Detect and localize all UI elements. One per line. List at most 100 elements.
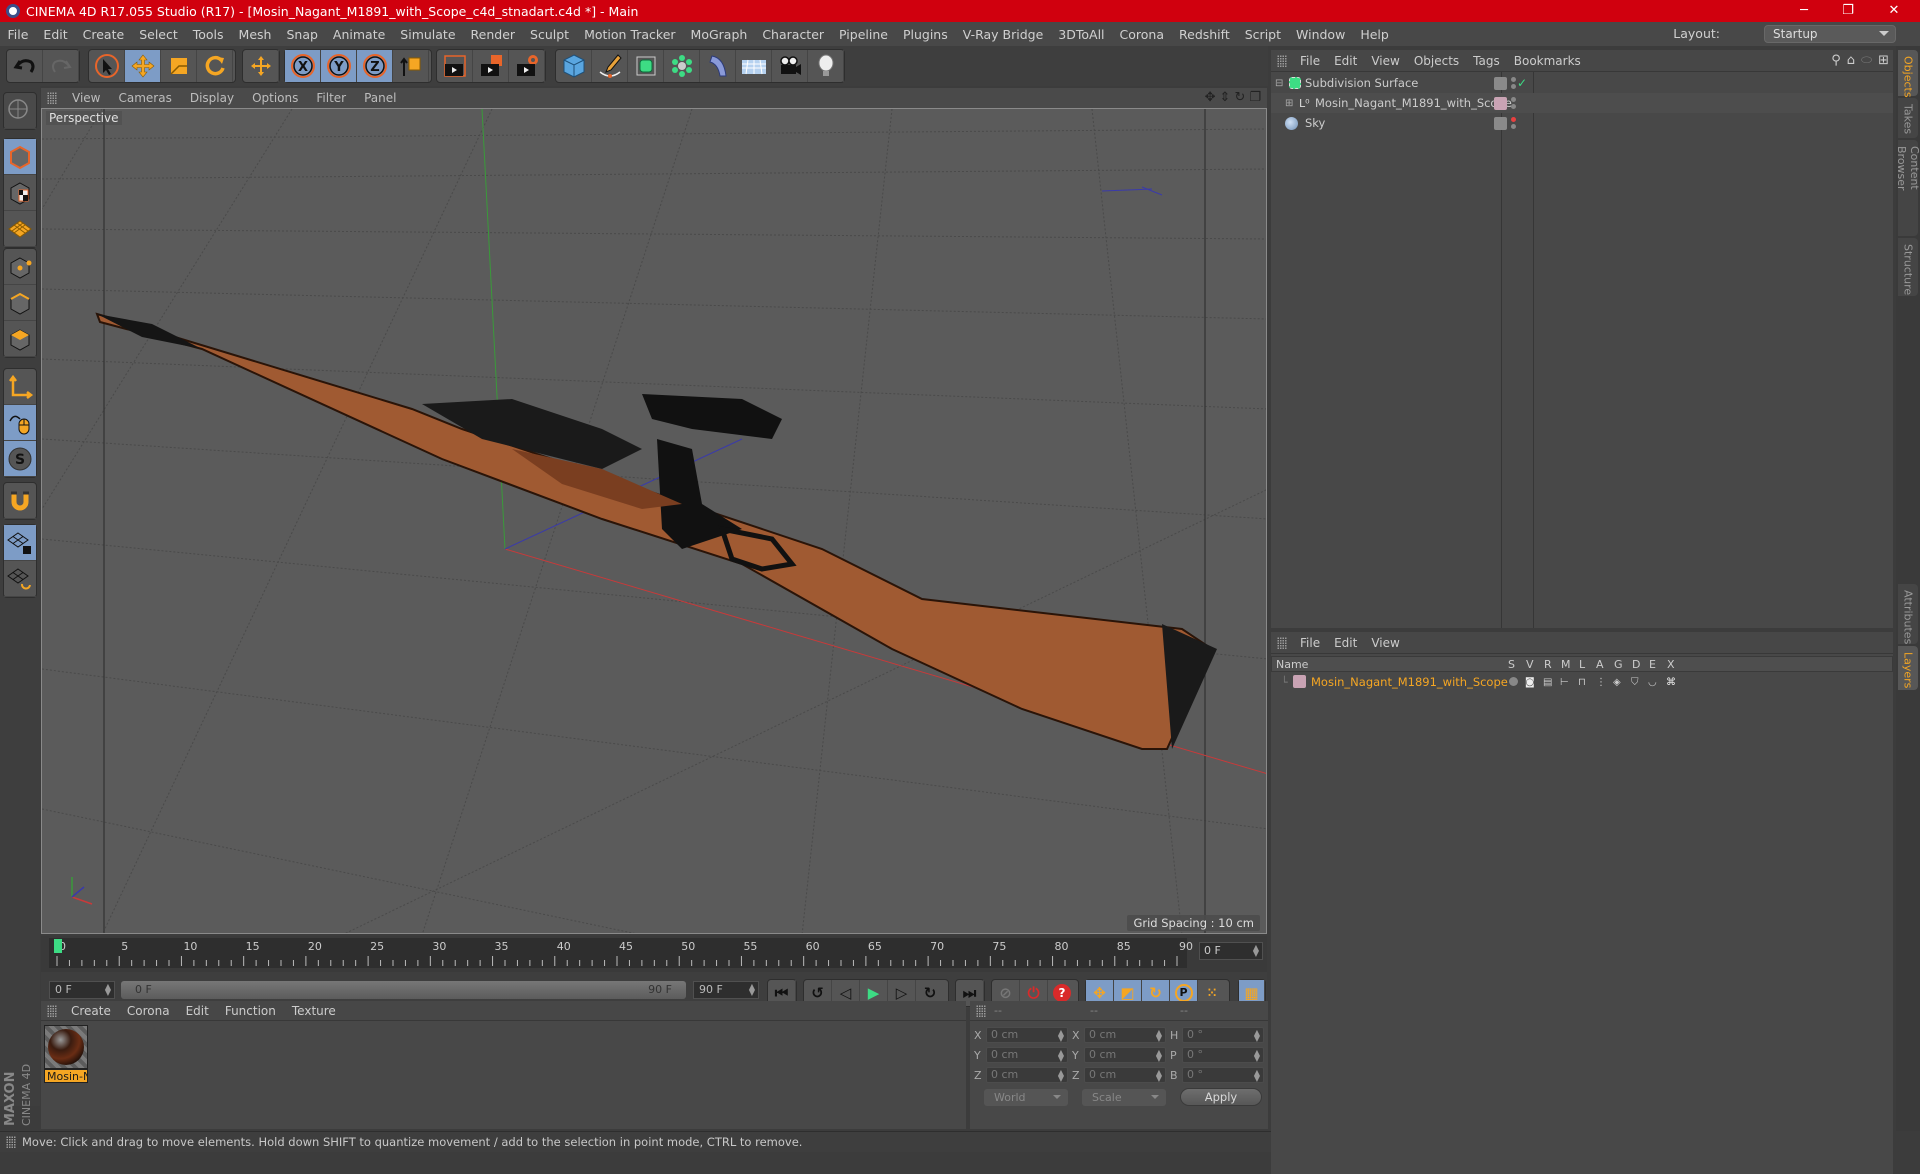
editor-visibility-dot[interactable] — [1511, 77, 1516, 82]
menu-tools[interactable]: Tools — [185, 27, 231, 42]
minimize-button[interactable]: ─ — [1782, 0, 1826, 22]
layer-menu-view[interactable]: View — [1364, 636, 1406, 650]
model-mode-button[interactable] — [4, 139, 36, 175]
layer-row[interactable]: └ Mosin_Nagant_M1891_with_Scope ◙ ▤ ⊢ ⊓ … — [1271, 672, 1893, 692]
menu-select[interactable]: Select — [132, 27, 186, 42]
polygons-mode-button[interactable] — [4, 321, 36, 357]
snap-button[interactable] — [4, 483, 36, 519]
viewport-menu-panel[interactable]: Panel — [355, 91, 405, 105]
pos-x-field[interactable]: 0 cm ▲ ▼ — [986, 1027, 1068, 1043]
timeline-ruler[interactable]: 0 5 10 15 20 25 30 35 40 45 50 55 60 65 70 75 80 85 90 — [49, 938, 1193, 968]
render-view-button[interactable] — [437, 50, 473, 82]
viewport-menu-cameras[interactable]: Cameras — [109, 91, 180, 105]
object-menu-edit[interactable]: Edit — [1327, 54, 1364, 68]
expand-icon[interactable]: ⊞ — [1285, 98, 1293, 109]
menu-sculpt[interactable]: Sculpt — [523, 27, 577, 42]
tab-attributes[interactable]: Attributes — [1898, 584, 1918, 644]
3d-viewport[interactable]: Perspective Grid Spacing : 10 cm — [41, 108, 1267, 934]
layer-tag-icon[interactable] — [1494, 76, 1507, 90]
spinner-icon[interactable]: ▲ ▼ — [1254, 1069, 1260, 1083]
z-axis-lock[interactable]: Z — [357, 50, 393, 82]
spinner-icon[interactable]: ▲ ▼ — [1156, 1049, 1162, 1063]
menu-help[interactable]: Help — [1353, 27, 1397, 42]
tab-structure[interactable]: Structure — [1898, 238, 1918, 296]
coordinate-space-dropdown[interactable]: World — [984, 1089, 1068, 1106]
object-menu-objects[interactable]: Objects — [1407, 54, 1466, 68]
menu-3dtoall[interactable]: 3DToAll — [1051, 27, 1112, 42]
x-axis-lock[interactable]: X — [285, 50, 321, 82]
view-eye-icon[interactable]: ◙ — [1525, 677, 1535, 688]
pos-z-field[interactable]: 0 cm ▲ ▼ — [986, 1067, 1068, 1083]
pos-y-field[interactable]: 0 cm ▲ ▼ — [986, 1047, 1068, 1063]
editor-visibility-dot[interactable] — [1511, 97, 1516, 102]
panel-grip-icon[interactable] — [47, 92, 57, 104]
menu-redshift[interactable]: Redshift — [1172, 27, 1238, 42]
viewport-menu-view[interactable]: View — [63, 91, 109, 105]
spinner-icon[interactable]: ▲ ▼ — [749, 983, 755, 997]
menu-animate[interactable]: Animate — [325, 27, 392, 42]
coordinate-system-button[interactable] — [393, 50, 429, 82]
start-frame-field[interactable]: 0 F ▲ ▼ — [49, 981, 115, 999]
subdivision-surface-button[interactable] — [628, 50, 664, 82]
spinner-icon[interactable]: ▲ ▼ — [1254, 1049, 1260, 1063]
manager-hierarchy-icon[interactable]: ⊢ — [1560, 677, 1569, 688]
end-frame-field[interactable]: 90 F ▲ ▼ — [693, 981, 759, 999]
size-y-field[interactable]: 0 cm ▲ ▼ — [1084, 1047, 1166, 1063]
lock-icon[interactable]: ⊓ — [1578, 677, 1586, 688]
rot-b-field[interactable]: 0 ° ▲ ▼ — [1182, 1067, 1264, 1083]
render-visibility-dot[interactable] — [1511, 104, 1516, 109]
zoom-view-icon[interactable]: ⇕ — [1220, 90, 1231, 105]
collapse-icon[interactable]: ⊟ — [1275, 78, 1283, 89]
menu-window[interactable]: Window — [1289, 27, 1353, 42]
column-generators[interactable]: G — [1614, 658, 1623, 671]
spinner-icon[interactable]: ▲ ▼ — [1156, 1029, 1162, 1043]
make-editable-button[interactable] — [4, 93, 36, 129]
material-menu-corona[interactable]: Corona — [119, 1004, 178, 1018]
live-selection-tool[interactable] — [89, 50, 125, 82]
deformer-icon[interactable]: ⛉ — [1631, 677, 1639, 688]
object-menu-tags[interactable]: Tags — [1466, 54, 1507, 68]
spinner-icon[interactable]: ▲ ▼ — [1058, 1049, 1064, 1063]
render-settings-button[interactable] — [509, 50, 545, 82]
column-animation[interactable]: A — [1596, 658, 1604, 671]
tweak-mode-button[interactable] — [4, 405, 36, 441]
layer-menu-edit[interactable]: Edit — [1327, 636, 1364, 650]
object-row-subdivision-surface[interactable]: ⊟ Subdivision Surface ✓ — [1271, 73, 1893, 93]
panel-grip-icon[interactable] — [47, 1004, 57, 1017]
object-row-sky[interactable]: Sky — [1271, 113, 1893, 133]
menu-snap[interactable]: Snap — [279, 27, 325, 42]
object-name[interactable]: Sky — [1305, 116, 1325, 130]
solo-mode-button[interactable]: S — [4, 441, 36, 477]
column-manager[interactable]: M — [1561, 658, 1571, 671]
viewport-menu-filter[interactable]: Filter — [307, 91, 355, 105]
maximize-view-icon[interactable]: ❐ — [1249, 90, 1261, 105]
playhead[interactable] — [54, 939, 62, 953]
column-deformers[interactable]: D — [1632, 658, 1640, 671]
menu-render[interactable]: Render — [463, 27, 523, 42]
y-axis-lock[interactable]: Y — [321, 50, 357, 82]
menu-edit[interactable]: Edit — [36, 27, 75, 42]
menu-simulate[interactable]: Simulate — [393, 27, 463, 42]
menu-file[interactable]: File — [0, 27, 36, 42]
move-view-icon[interactable]: ✥ — [1205, 90, 1216, 105]
size-z-field[interactable]: 0 cm ▲ ▼ — [1084, 1067, 1166, 1083]
panel-grip-icon[interactable] — [1277, 54, 1287, 67]
workplane-mode-button[interactable] — [4, 211, 36, 247]
rotate-tool[interactable] — [197, 50, 233, 82]
redo-button[interactable] — [43, 50, 79, 82]
search-icon[interactable]: ⚲ — [1831, 53, 1841, 68]
object-row-mosin-nagant[interactable]: ⊞ L⁰ Mosin_Nagant_M1891_with_Scope — [1271, 93, 1893, 113]
tab-content-browser[interactable]: Content Browser — [1895, 140, 1920, 236]
menu-vray-bridge[interactable]: V-Ray Bridge — [955, 27, 1051, 42]
menu-mograph[interactable]: MoGraph — [683, 27, 755, 42]
object-menu-bookmarks[interactable]: Bookmarks — [1507, 54, 1588, 68]
menu-motion-tracker[interactable]: Motion Tracker — [577, 27, 683, 42]
size-mode-dropdown[interactable]: Scale — [1082, 1089, 1166, 1106]
menu-script[interactable]: Script — [1237, 27, 1288, 42]
column-locked[interactable]: L — [1579, 658, 1585, 671]
rot-h-field[interactable]: 0 ° ▲ ▼ — [1182, 1027, 1264, 1043]
material-menu-texture[interactable]: Texture — [284, 1004, 344, 1018]
menu-character[interactable]: Character — [755, 27, 832, 42]
floor-button[interactable] — [736, 50, 772, 82]
panel-grip-icon[interactable] — [1277, 636, 1287, 649]
